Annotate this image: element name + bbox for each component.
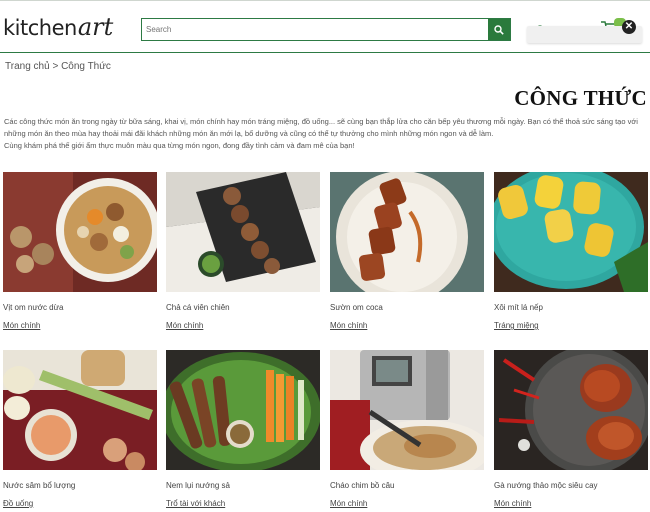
recipe-category-link[interactable]: Món chính bbox=[330, 499, 367, 508]
recipe-category-link[interactable]: Trổ tài với khách bbox=[166, 499, 225, 508]
recipe-category-link[interactable]: Tráng miệng bbox=[494, 321, 539, 330]
recipe-title[interactable]: Chả cá viên chiên bbox=[166, 303, 320, 313]
recipe-card[interactable]: Gà nướng thảo mộc siêu cay Món chính bbox=[494, 350, 648, 511]
recipe-image[interactable] bbox=[494, 350, 648, 470]
recipe-image[interactable] bbox=[494, 172, 648, 292]
search-input[interactable] bbox=[142, 19, 488, 40]
recipe-category-link[interactable]: Món chính bbox=[166, 321, 203, 330]
recipe-card[interactable]: Nước sâm bổ lượng Đồ uống bbox=[3, 350, 157, 511]
intro-paragraph: Các công thức món ăn trong ngày từ bữa s… bbox=[4, 117, 638, 138]
recipe-title[interactable]: Nước sâm bổ lượng bbox=[3, 481, 157, 491]
recipe-title[interactable]: Vịt om nước dừa bbox=[3, 303, 157, 313]
breadcrumb: Trang chủ > Công Thức bbox=[5, 61, 111, 72]
intro-paragraph: Cùng khám phá thế giới ẩm thực muôn màu … bbox=[4, 141, 355, 150]
search-bar bbox=[141, 18, 511, 41]
logo-art: art bbox=[77, 13, 114, 41]
page-title: CÔNG THỨC bbox=[514, 86, 647, 110]
recipe-card[interactable]: Nem lụi nướng sả Trổ tài với khách bbox=[166, 350, 320, 511]
recipe-image[interactable] bbox=[3, 172, 157, 292]
recipe-category-link[interactable]: Đồ uống bbox=[3, 499, 33, 508]
breadcrumb-home[interactable]: Trang chủ bbox=[5, 61, 50, 72]
recipe-image[interactable] bbox=[166, 350, 320, 470]
breadcrumb-separator: > bbox=[52, 61, 59, 72]
recipe-title[interactable]: Xôi mít lá nếp bbox=[494, 303, 648, 313]
recipe-image[interactable] bbox=[3, 350, 157, 470]
close-icon[interactable]: ✕ bbox=[622, 20, 636, 34]
search-button[interactable] bbox=[488, 19, 510, 40]
logo-kitchen: kitchen bbox=[3, 16, 77, 40]
site-logo[interactable]: kitchen art bbox=[3, 13, 113, 43]
recipe-title[interactable]: Sườn om coca bbox=[330, 303, 484, 313]
search-icon bbox=[494, 24, 504, 35]
recipe-title[interactable]: Gà nướng thảo mộc siêu cay bbox=[494, 481, 648, 491]
recipe-image[interactable] bbox=[330, 350, 484, 470]
recipe-card[interactable]: Vịt om nước dừa Món chính bbox=[3, 172, 157, 333]
recipe-title[interactable]: Nem lụi nướng sả bbox=[166, 481, 320, 491]
recipe-category-link[interactable]: Món chính bbox=[494, 499, 531, 508]
recipe-category-link[interactable]: Món chính bbox=[3, 321, 40, 330]
recipe-card[interactable]: Cháo chim bồ câu Món chính bbox=[330, 350, 484, 511]
recipe-title[interactable]: Cháo chim bồ câu bbox=[330, 481, 484, 491]
breadcrumb-current: Công Thức bbox=[61, 61, 111, 72]
recipe-card[interactable]: Xôi mít lá nếp Tráng miệng bbox=[494, 172, 648, 333]
recipe-category-link[interactable]: Món chính bbox=[330, 321, 367, 330]
intro-text: Các công thức món ăn trong ngày từ bữa s… bbox=[4, 116, 646, 152]
recipe-image[interactable] bbox=[330, 172, 484, 292]
recipe-card[interactable]: Chả cá viên chiên Món chính bbox=[166, 172, 320, 333]
recipe-card[interactable]: Sườn om coca Món chính bbox=[330, 172, 484, 333]
recipe-image[interactable] bbox=[166, 172, 320, 292]
